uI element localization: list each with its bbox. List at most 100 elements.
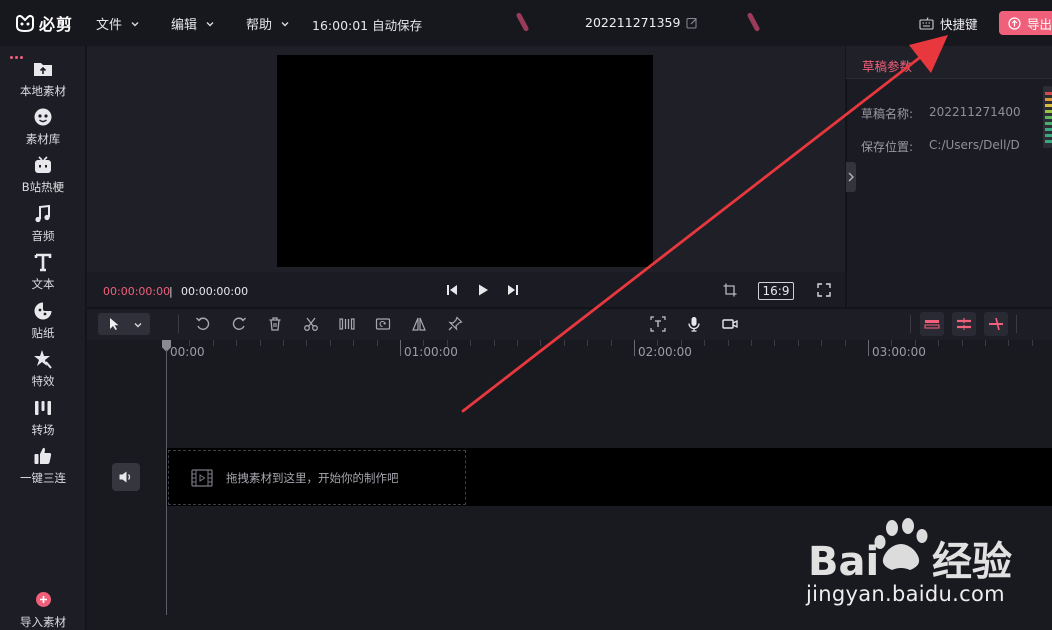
menu-edit[interactable]: 编辑 — [171, 14, 215, 33]
thumbs-up-icon — [32, 445, 54, 467]
tab-draft-params[interactable]: 草稿参数 — [862, 56, 912, 75]
save-location-row: 保存位置: C:/Users/Dell/D — [861, 138, 1020, 155]
app-name: 必剪 — [39, 15, 74, 34]
ruler-tick — [213, 340, 214, 346]
ruler-label: 02:00:00 — [638, 345, 692, 359]
sidebar-item-transitions[interactable]: 转场 — [0, 397, 86, 438]
pin-icon[interactable] — [447, 316, 463, 332]
sidebar-item-material-library[interactable]: 素材库 — [0, 106, 86, 147]
sidebar-item-label: 贴纸 — [31, 326, 55, 340]
import-media-button[interactable]: 导入素材 — [0, 592, 86, 630]
camera-record-icon[interactable] — [722, 316, 738, 332]
fullscreen-icon[interactable] — [817, 283, 831, 297]
toolbar-divider — [910, 315, 911, 333]
reverse-icon[interactable] — [375, 316, 391, 332]
magnet-snap-button[interactable] — [920, 312, 944, 336]
text-recognition-icon[interactable] — [650, 316, 666, 332]
ruler-tick — [587, 340, 588, 346]
total-timecode: 00:00:00:00 — [181, 285, 249, 298]
svg-text:经验: 经验 — [932, 539, 1012, 585]
ruler-tick — [611, 340, 612, 346]
ruler-tick — [1032, 340, 1033, 346]
edit-icon[interactable] — [686, 17, 698, 29]
ruler-tick — [353, 340, 354, 346]
menu-file[interactable]: 文件 — [96, 14, 140, 33]
delete-icon[interactable] — [267, 316, 283, 332]
ruler-tick — [845, 340, 846, 346]
sidebar-item-effects[interactable]: 特效 — [0, 348, 86, 389]
microphone-icon[interactable] — [686, 316, 702, 332]
play-icon[interactable] — [476, 283, 490, 297]
ruler-tick — [494, 340, 495, 346]
music-note-icon — [32, 203, 54, 225]
drop-hint-text: 拖拽素材到这里，开始你的制作吧 — [226, 470, 399, 485]
redo-icon[interactable] — [231, 316, 247, 332]
draft-name-value: 202211271400 — [929, 105, 1021, 119]
ruler-tick — [283, 340, 284, 346]
ruler-label: 03:00:00 — [872, 345, 926, 359]
ruler-tick — [728, 340, 729, 346]
snap-icon — [924, 320, 940, 329]
track-mute-button[interactable] — [112, 463, 140, 491]
split-audio-button[interactable] — [984, 312, 1008, 336]
sidebar-item-label: 素材库 — [25, 132, 61, 146]
project-title[interactable]: 202211271359 — [585, 15, 698, 30]
sidebar-item-stickers[interactable]: 贴纸 — [0, 300, 86, 341]
playhead-line[interactable] — [166, 350, 167, 615]
svg-text:Bai: Bai — [808, 539, 879, 585]
ruler-tick — [821, 340, 822, 346]
ruler-tick — [938, 340, 939, 346]
chevron-down-icon — [134, 323, 142, 328]
sidebar-item-bilibili-memes[interactable]: B站热梗 — [0, 154, 86, 195]
chevron-down-icon — [131, 21, 139, 26]
ruler-tick — [236, 340, 237, 346]
plus-icon — [35, 592, 51, 607]
undo-icon[interactable] — [195, 316, 211, 332]
audio-split-icon — [989, 317, 1003, 331]
menu-help[interactable]: 帮助 — [246, 14, 290, 33]
skip-back-icon[interactable] — [445, 283, 459, 297]
aspect-ratio-button[interactable]: 16:9 — [758, 282, 794, 300]
ruler-tick — [774, 340, 775, 346]
media-drop-zone[interactable]: 拖拽素材到这里，开始你的制作吧 — [168, 450, 466, 505]
menu-edit-label: 编辑 — [171, 18, 198, 33]
ruler-tick — [962, 340, 963, 346]
import-media-label: 导入素材 — [20, 615, 66, 629]
material-library-icon — [32, 106, 54, 128]
save-location-label: 保存位置: — [861, 140, 914, 154]
keyboard-icon — [919, 17, 934, 30]
sidebar-item-local-media[interactable]: 本地素材 — [0, 58, 86, 99]
chevron-right-icon — [848, 172, 854, 182]
sidebar-item-label: 转场 — [31, 423, 55, 437]
ruler-tick — [260, 340, 261, 346]
export-label: 导出 — [1027, 16, 1052, 32]
scissors-icon[interactable] — [303, 316, 319, 332]
video-preview-canvas[interactable] — [277, 55, 653, 267]
collapse-panel-button[interactable] — [846, 162, 856, 192]
shortcut-label: 快捷键 — [940, 17, 978, 32]
sidebar-item-audio[interactable]: 音频 — [0, 203, 86, 244]
app-logo: 必剪 — [14, 11, 73, 35]
upload-folder-icon — [32, 58, 54, 80]
crop-icon[interactable] — [723, 283, 737, 297]
split-icon[interactable] — [339, 316, 355, 332]
shortcut-button[interactable]: 快捷键 — [919, 14, 978, 33]
ruler-tick — [704, 340, 705, 346]
chevron-down-icon — [206, 21, 214, 26]
skip-forward-icon[interactable] — [506, 283, 520, 297]
ruler-tick — [470, 340, 471, 346]
sidebar-item-text[interactable]: 文本 — [0, 251, 86, 292]
linkage-button[interactable] — [952, 312, 976, 336]
select-tool-dropdown[interactable] — [98, 313, 150, 335]
sidebar-item-label: 文本 — [31, 277, 55, 291]
export-button[interactable]: 导出 — [999, 11, 1052, 35]
tv-icon — [32, 154, 54, 176]
ruler-tick — [1008, 340, 1009, 346]
ruler-tick — [985, 340, 986, 346]
sidebar-item-label: 本地素材 — [20, 84, 66, 98]
sidebar-item-triple-like[interactable]: 一键三连 — [0, 445, 86, 486]
sidebar-item-label: 一键三连 — [20, 471, 66, 485]
ruler-tick — [540, 340, 541, 346]
film-icon — [191, 468, 213, 487]
mirror-icon[interactable] — [411, 316, 427, 332]
